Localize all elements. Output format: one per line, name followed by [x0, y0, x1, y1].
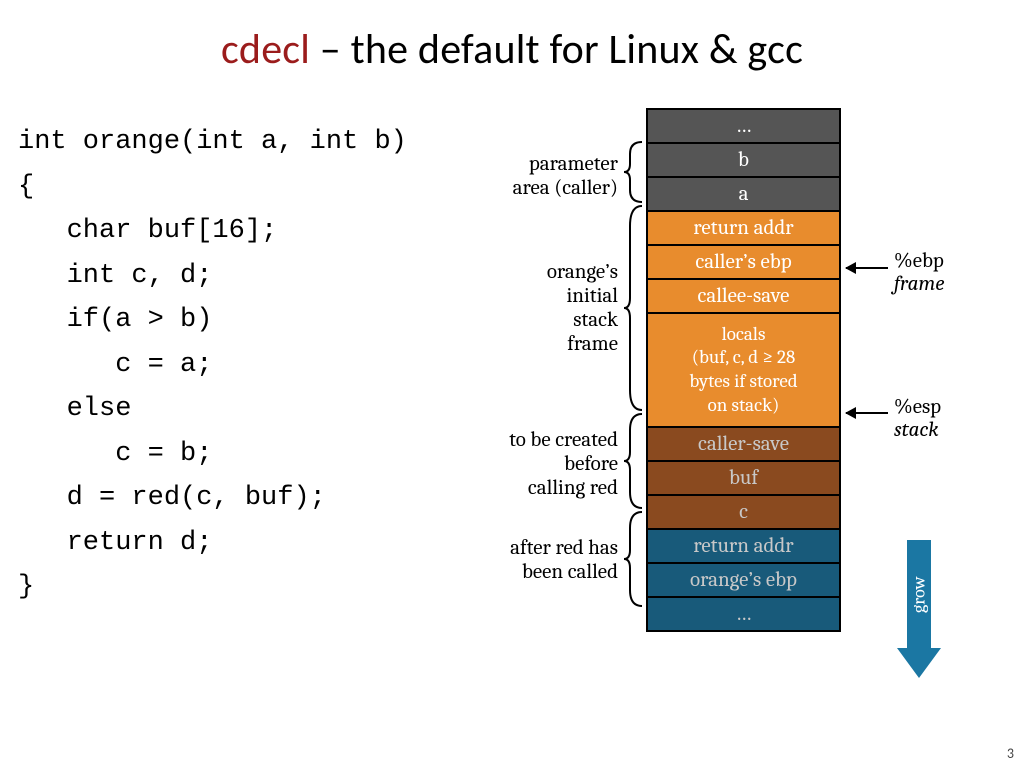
slide-title: cdecl – the default for Linux & gcc [0, 0, 1024, 75]
arrow-ebp [846, 267, 888, 269]
cell-oranges-ebp: orange’s ebp [646, 562, 841, 598]
cell-ellipsis-top: … [646, 108, 841, 144]
cell-ellipsis-bot: … [646, 596, 841, 632]
brace-tocreate [622, 412, 644, 510]
label-esp-sub: stack [894, 418, 939, 442]
cell-locals: locals (buf, c, d ≥ 28 bytes if stored o… [646, 312, 841, 428]
brace-afterred [622, 510, 644, 608]
cell-caller-save: caller-save [646, 426, 841, 462]
cell-return-addr-2: return addr [646, 528, 841, 564]
cell-c: c [646, 494, 841, 530]
cell-param-a: a [646, 176, 841, 212]
title-highlight: cdecl [221, 24, 310, 75]
cell-return-addr: return addr [646, 210, 841, 246]
grow-arrow: grow [904, 540, 934, 680]
cell-callers-ebp: caller’s ebp [646, 244, 841, 280]
label-ebp-text: %ebp [894, 249, 944, 273]
label-to-be-created: to be createdbeforecalling red [466, 428, 618, 500]
cell-callee-save: callee-save [646, 278, 841, 314]
label-parameter-area: parameterarea (caller) [472, 152, 618, 200]
label-ebp: %ebp frame [894, 250, 944, 296]
stack-column: … b a return addr caller’s ebp callee-sa… [646, 110, 841, 632]
brace-parameter [622, 140, 644, 204]
cell-buf: buf [646, 460, 841, 496]
label-orange-frame: orange’sinitialstackframe [504, 260, 618, 357]
brace-frame [622, 204, 644, 412]
title-rest: – the default for Linux & gcc [310, 24, 803, 75]
cell-param-b: b [646, 142, 841, 178]
page-number: 3 [1007, 745, 1014, 762]
label-after-red: after red hasbeen called [470, 536, 618, 584]
grow-arrowhead [897, 648, 941, 678]
label-esp: %esp stack [894, 396, 941, 442]
arrow-esp [846, 412, 888, 414]
grow-label: grow [907, 540, 931, 650]
label-esp-text: %esp [894, 395, 941, 419]
code-block: int orange(int a, int b) { char buf[16];… [18, 120, 407, 610]
stack-diagram: … b a return addr caller’s ebp callee-sa… [462, 110, 1002, 750]
label-ebp-sub: frame [894, 272, 944, 296]
